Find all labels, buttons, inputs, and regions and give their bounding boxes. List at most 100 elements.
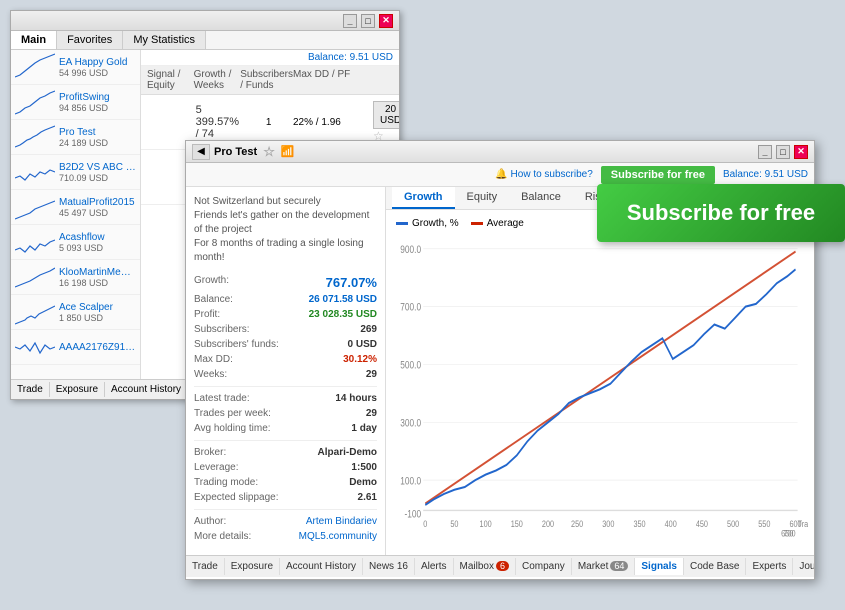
bottom-tab-trade[interactable]: Trade	[11, 382, 50, 397]
list-item[interactable]: Ace Scalper 1 850 USD	[11, 295, 140, 330]
signal-name[interactable]: B2D2 VS ABC NZ D	[59, 162, 136, 173]
tab-my-statistics[interactable]: My Statistics	[123, 31, 206, 49]
sparkline-aaaa	[15, 333, 55, 361]
signal-name[interactable]: Ace Scalper	[59, 302, 136, 313]
fg-minimize-button[interactable]: _	[758, 145, 772, 159]
broker-label: Broker:	[194, 447, 226, 458]
author-link[interactable]: Artem Bindariev	[306, 516, 377, 527]
signal-info: B2D2 VS ABC NZ D 710.09 USD	[59, 162, 136, 183]
bottom-tab-exposure[interactable]: Exposure	[50, 382, 105, 397]
list-item[interactable]: MatualProfit2015 45 497 USD	[11, 190, 140, 225]
more-details-link[interactable]: MQL5.community	[299, 531, 377, 542]
sub-funds-label: Subscribers' funds:	[194, 339, 279, 350]
chart-svg: 900.0 700.0 500.0 300.0 100.0 -100 0 50	[392, 235, 808, 538]
fg-titlebar: ◀ Pro Test ☆ 📶 _ □ ✕	[186, 141, 814, 163]
legend-growth-label: Growth, %	[412, 218, 459, 229]
fg-tab-news[interactable]: News 16	[363, 558, 415, 575]
tab-favorites[interactable]: Favorites	[57, 31, 123, 49]
fg-tab-experts[interactable]: Experts	[746, 558, 793, 575]
minimize-button[interactable]: _	[343, 14, 357, 28]
signal-indicator: 📶	[281, 145, 295, 158]
svg-text:300.0: 300.0	[400, 417, 421, 429]
fg-tab-account-history[interactable]: Account History	[280, 558, 363, 575]
signal-value: 710.09 USD	[59, 173, 136, 183]
max-dd-value: 30.12%	[343, 354, 377, 365]
how-to-subscribe-link[interactable]: 🔔 How to subscribe?	[495, 169, 593, 180]
subscribe-free-big-button[interactable]: Subscribe for free	[597, 184, 845, 242]
fg-tab-alerts[interactable]: Alerts	[415, 558, 454, 575]
row-maxdd: 22% / 1.96	[293, 117, 373, 128]
list-item[interactable]: AAAA2176Z9105	[11, 330, 140, 365]
balance-label: Balance:	[194, 294, 233, 305]
signal-name[interactable]: KlooMartinMedium	[59, 267, 136, 278]
svg-text:300: 300	[602, 518, 614, 529]
leverage-value: 1:500	[351, 462, 377, 473]
list-item[interactable]: Pro Test 24 189 USD	[11, 120, 140, 155]
signal-name[interactable]: Acashflow	[59, 232, 136, 243]
fg-close-button[interactable]: ✕	[794, 145, 808, 159]
favorite-star-icon[interactable]: ☆	[263, 144, 275, 160]
tab-main[interactable]: Main	[11, 31, 57, 49]
trades-per-week-label: Trades per week:	[194, 408, 271, 419]
signal-info: Pro Test 24 189 USD	[59, 127, 136, 148]
close-button[interactable]: ✕	[379, 14, 393, 28]
divider	[194, 509, 377, 510]
chart-area: Growth, % Average	[386, 210, 814, 555]
signal-value: 16 198 USD	[59, 278, 136, 288]
signal-value: 54 996 USD	[59, 68, 136, 78]
signal-name[interactable]: MatualProfit2015	[59, 197, 136, 208]
signal-value: 24 189 USD	[59, 138, 136, 148]
col-action	[373, 69, 393, 91]
weeks-value: 29	[366, 369, 377, 380]
fg-tab-market[interactable]: Market64	[572, 558, 636, 575]
signal-info: EA Happy Gold 54 996 USD	[59, 57, 136, 78]
avg-holding-value: 1 day	[351, 423, 377, 434]
fg-tab-signals[interactable]: Signals	[635, 558, 684, 575]
svg-text:250: 250	[571, 518, 583, 529]
stat-trading-mode: Trading mode: Demo	[194, 475, 377, 490]
trading-mode-value: Demo	[349, 477, 377, 488]
fg-tab-company[interactable]: Company	[516, 558, 572, 575]
signal-value: 5 093 USD	[59, 243, 136, 253]
back-button[interactable]: ◀	[192, 144, 210, 160]
fg-tab-exposure[interactable]: Exposure	[225, 558, 280, 575]
stat-author: Author: Artem Bindariev	[194, 514, 377, 529]
subscribe-top-button[interactable]: Subscribe for free	[601, 166, 715, 184]
fg-balance[interactable]: Balance: 9.51 USD	[723, 169, 808, 180]
sparkline-profitswing	[15, 88, 55, 116]
fg-tab-codebase[interactable]: Code Base	[684, 558, 746, 575]
row-growth: 5 399.57% / 74	[196, 104, 245, 140]
fg-maximize-button[interactable]: □	[776, 145, 790, 159]
signal-name[interactable]: EA Happy Gold	[59, 57, 136, 68]
tab-balance[interactable]: Balance	[509, 187, 573, 209]
list-item[interactable]: KlooMartinMedium 16 198 USD	[11, 260, 140, 295]
signal-name[interactable]: Pro Test	[59, 127, 136, 138]
list-item[interactable]: Acashflow 5 093 USD	[11, 225, 140, 260]
fg-tab-journal[interactable]: Journal	[793, 558, 814, 575]
main-tabs: Main Favorites My Statistics	[11, 31, 399, 50]
growth-chart: 900.0 700.0 500.0 300.0 100.0 -100 0 50	[392, 235, 808, 555]
stat-weeks: Weeks: 29	[194, 367, 377, 382]
col-subscribers: Subscribers / Funds	[240, 69, 293, 91]
fg-tab-mailbox[interactable]: Mailbox6	[454, 558, 516, 575]
signal-name[interactable]: ProfitSwing	[59, 92, 136, 103]
sub-funds-value: 0 USD	[348, 339, 377, 350]
list-item[interactable]: ProfitSwing 94 856 USD	[11, 85, 140, 120]
subscribe-button[interactable]: 20 USD	[373, 101, 399, 129]
signal-info: MatualProfit2015 45 497 USD	[59, 197, 136, 218]
fg-tab-trade[interactable]: Trade	[186, 558, 225, 575]
stat-subscribers: Subscribers: 269	[194, 322, 377, 337]
tab-equity[interactable]: Equity	[455, 187, 510, 209]
signal-name[interactable]: AAAA2176Z9105	[59, 342, 136, 353]
list-item[interactable]: B2D2 VS ABC NZ D 710.09 USD	[11, 155, 140, 190]
maximize-button[interactable]: □	[361, 14, 375, 28]
bottom-tab-account-history[interactable]: Account History	[105, 382, 188, 397]
signal-info: KlooMartinMedium 16 198 USD	[59, 267, 136, 288]
mailbox-badge: 6	[496, 561, 509, 571]
list-item[interactable]: EA Happy Gold 54 996 USD	[11, 50, 140, 85]
stat-growth: Growth: 767.07%	[194, 273, 377, 292]
row-subscribers: 1	[244, 117, 293, 128]
svg-text:50: 50	[450, 518, 458, 529]
tab-growth[interactable]: Growth	[392, 187, 455, 209]
legend-growth-color	[396, 222, 408, 225]
